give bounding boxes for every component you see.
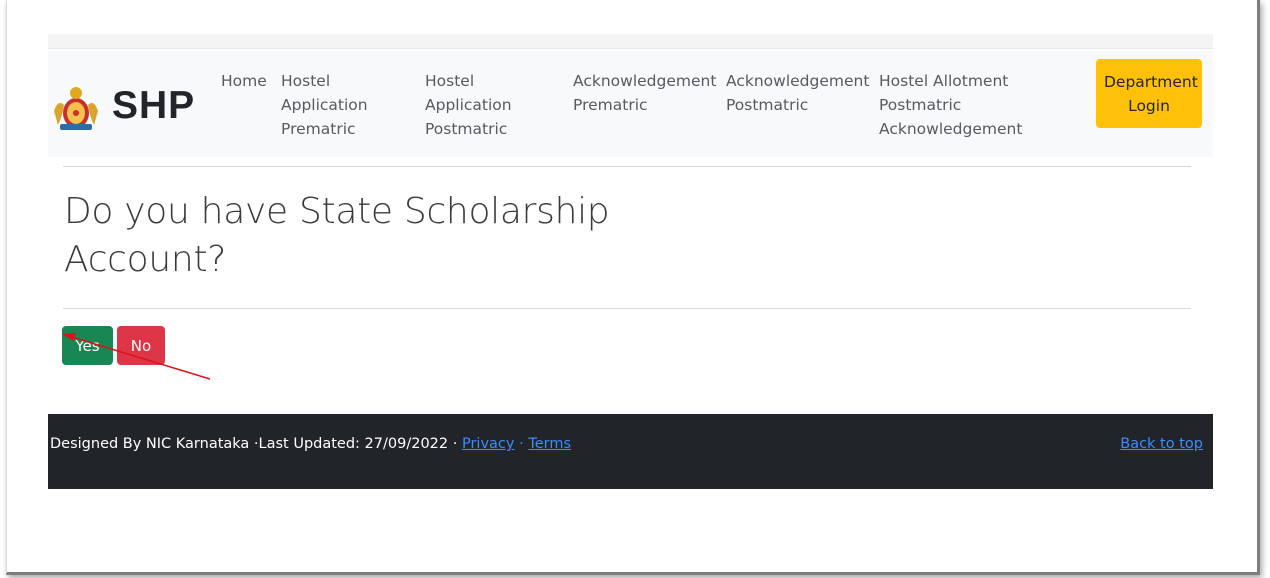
nav-home[interactable]: Home — [221, 69, 267, 93]
nav-hostel-application-prematric[interactable]: Hostel Application Prematric — [281, 69, 401, 141]
navbar: SHP Home Hostel Application Prematric Ho… — [48, 51, 1213, 157]
nav-hostel-allotment-postmatric-acknowledgement[interactable]: Hostel Allotment Postmatric Acknowledgem… — [879, 69, 1094, 141]
footer-separator: · — [514, 436, 529, 452]
screenshot-frame: SHP Home Hostel Application Prematric Ho… — [6, 0, 1260, 575]
divider-bottom — [63, 308, 1191, 309]
no-button[interactable]: No — [117, 326, 165, 365]
terms-link[interactable]: Terms — [528, 436, 571, 452]
footer-credit-line: Designed By NIC Karnataka ·Last Updated:… — [50, 436, 571, 452]
department-login-label: Department Login — [1104, 72, 1198, 115]
brand-name: SHP — [112, 84, 196, 127]
divider-top — [63, 166, 1191, 167]
footer-credit: Designed By NIC Karnataka ·Last Updated:… — [50, 436, 462, 452]
nav-acknowledgement-prematric[interactable]: Acknowledgement Prematric — [573, 69, 718, 117]
department-login-button[interactable]: Department Login — [1096, 59, 1202, 128]
browser-top-strip — [48, 34, 1213, 49]
karnataka-emblem-icon — [54, 87, 98, 130]
page-question: Do you have State Scholarship Account? — [64, 191, 610, 280]
nav-hostel-application-postmatric[interactable]: Hostel Application Postmatric — [425, 69, 545, 141]
back-to-top-link[interactable]: Back to top — [1120, 436, 1203, 452]
brand-link[interactable]: SHP — [50, 81, 195, 131]
footer: Designed By NIC Karnataka ·Last Updated:… — [48, 414, 1213, 489]
yes-button[interactable]: Yes — [62, 326, 113, 365]
privacy-link[interactable]: Privacy — [462, 436, 515, 452]
nav-acknowledgement-postmatric[interactable]: Acknowledgement Postmatric — [726, 69, 876, 117]
